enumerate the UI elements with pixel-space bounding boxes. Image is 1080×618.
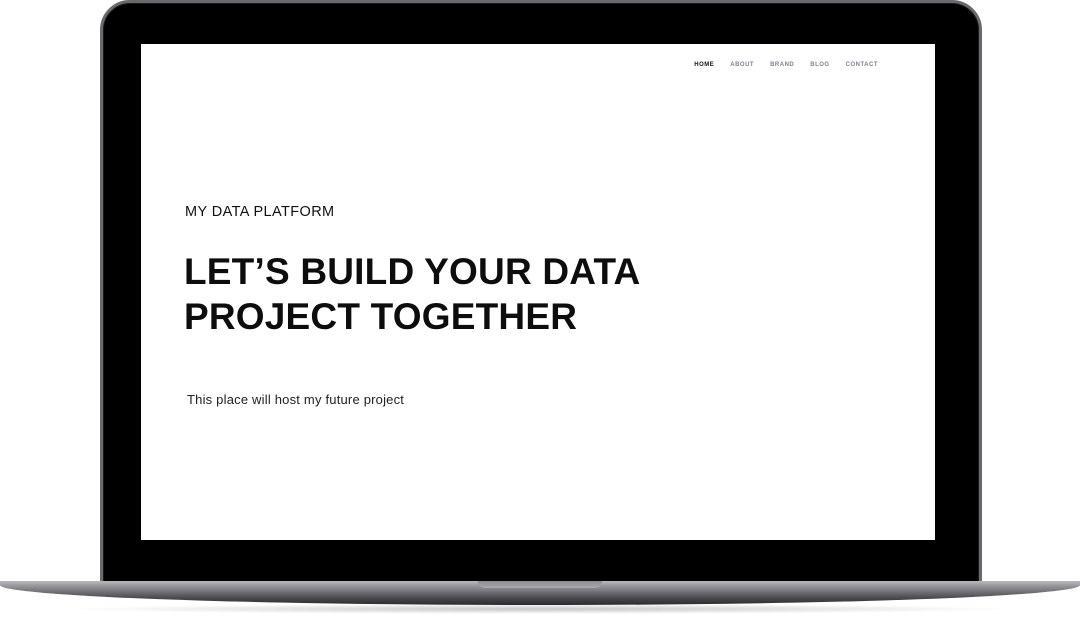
hero-headline-line-1: LET’S BUILD YOUR DATA	[184, 251, 641, 292]
top-nav: HOME ABOUT BRAND BLOG CONTACT	[678, 62, 878, 68]
laptop-screen: HOME ABOUT BRAND BLOG CONTACT MY DATA PL…	[141, 44, 935, 540]
nav-item-contact[interactable]: CONTACT	[846, 62, 878, 68]
laptop-base-notch	[478, 581, 602, 588]
hero-subtext: This place will host my future project	[187, 392, 405, 407]
laptop-mockup: HOME ABOUT BRAND BLOG CONTACT MY DATA PL…	[0, 0, 1080, 618]
hero-headline: LET’S BUILD YOUR DATA PROJECT TOGETHER	[184, 249, 744, 339]
laptop-shadow	[60, 604, 1020, 614]
hero-kicker: MY DATA PLATFORM	[185, 204, 335, 220]
nav-item-home[interactable]: HOME	[694, 62, 714, 68]
hero-headline-line-2: PROJECT TOGETHER	[184, 296, 578, 337]
nav-item-brand[interactable]: BRAND	[770, 62, 794, 68]
nav-item-blog[interactable]: BLOG	[810, 62, 829, 68]
nav-item-about[interactable]: ABOUT	[730, 62, 754, 68]
